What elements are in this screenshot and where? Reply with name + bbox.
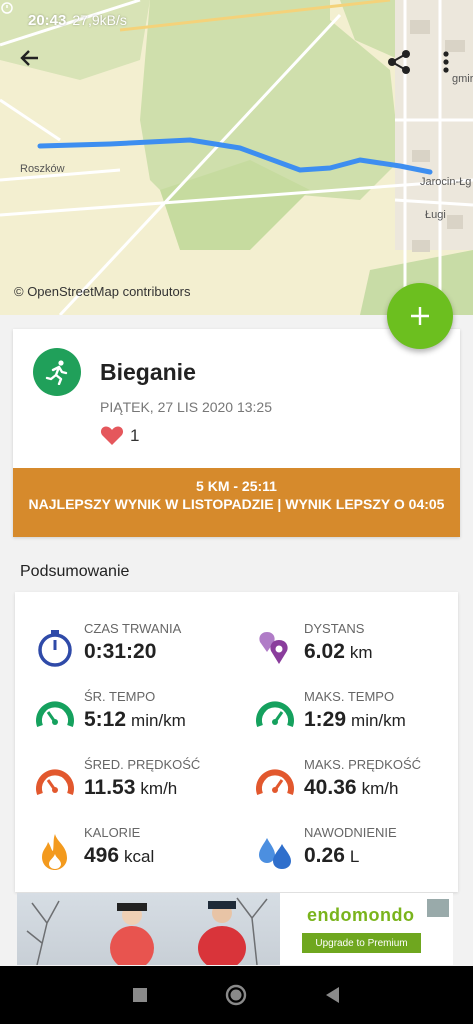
likes[interactable]: 1 [100, 425, 139, 446]
speed-gauge-icon [36, 769, 74, 796]
map-pins-icon [259, 632, 288, 664]
recents-icon[interactable] [128, 983, 152, 1007]
record-summary: 5 KM - 25:11 [196, 478, 277, 494]
stat-duration: CZAS TRWANIA 0:31:20 [15, 618, 225, 678]
flame-icon [42, 834, 67, 870]
status-bar: 20:43 27,9kB/s [0, 0, 473, 40]
map-place-label: Roszków [20, 163, 65, 175]
summary-stats: CZAS TRWANIA 0:31:20 DYSTANS 6.02 km ŚR. … [15, 592, 458, 892]
stat-label: ŚR. TEMPO [84, 689, 156, 704]
alarm-icon [1, 2, 13, 14]
stat-value: 496 kcal [84, 844, 155, 867]
stat-value: 5:12 min/km [84, 708, 186, 731]
likes-count: 1 [130, 425, 140, 445]
pace-gauge-icon [36, 701, 74, 728]
map-place-label: Jarocin-Łg [420, 176, 472, 188]
map-attribution[interactable]: © OpenStreetMap contributors [14, 284, 191, 299]
stat-hydration: NAWODNIENIE 0.26 L [235, 822, 445, 882]
workout-date: PIĄTEK, 27 LIS 2020 13:25 [100, 399, 273, 415]
workout-screen: Roszków Jarocin-Łg Ługi gmir © OpenStree… [0, 0, 473, 1024]
share-button[interactable] [386, 48, 414, 76]
stat-label: ŚRED. PRĘDKOŚĆ [84, 757, 201, 772]
stat-avg-pace: ŚR. TEMPO 5:12 min/km [15, 686, 225, 746]
stat-max-pace: MAKS. TEMPO 1:29 min/km [235, 686, 445, 746]
stat-label: DYSTANS [304, 621, 365, 636]
stat-value: 0.26 L [304, 844, 360, 867]
stat-label: CZAS TRWANIA [84, 621, 182, 636]
more-vert-icon [443, 51, 449, 73]
heart-icon [100, 426, 124, 445]
plus-icon [411, 307, 429, 325]
stat-value: 0:31:20 [84, 640, 157, 663]
map-place-label: Ługi [425, 209, 446, 221]
arrow-left-icon [20, 50, 38, 66]
stat-value: 11.53 km/h [84, 776, 178, 799]
ad-brand: endomondo [307, 905, 415, 925]
stopwatch-icon [38, 630, 72, 667]
stat-label: MAKS. PRĘDKOŚĆ [304, 757, 422, 772]
ad-photo [17, 893, 280, 965]
status-speed: 27,9kB/s [72, 12, 127, 28]
personal-record-banner[interactable]: 5 KM - 25:11 NAJLEPSZY WYNIK W LISTOPADZ… [13, 468, 460, 537]
running-icon [33, 348, 81, 396]
pace-gauge-icon [256, 701, 294, 728]
status-time: 20:43 [28, 11, 67, 29]
more-options-button[interactable] [436, 48, 456, 76]
stat-avg-speed: ŚRED. PRĘDKOŚĆ 11.53 km/h [15, 754, 225, 814]
record-details: NAJLEPSZY WYNIK W LISTOPADZIE | WYNIK LE… [28, 496, 445, 512]
speed-gauge-icon [256, 769, 294, 796]
stat-value: 6.02 km [304, 640, 373, 663]
water-drops-icon [259, 838, 291, 869]
workout-card: Bieganie PIĄTEK, 27 LIS 2020 13:25 1 5 K… [13, 329, 460, 537]
back-button[interactable] [18, 46, 50, 78]
ad-banner[interactable]: endomondo Upgrade to Premium [17, 893, 453, 965]
add-button[interactable] [387, 283, 453, 349]
ad-runners-image [26, 897, 268, 965]
stat-label: KALORIE [84, 825, 141, 840]
stat-calories: KALORIE 496 kcal [15, 822, 225, 882]
sport-title: Bieganie [100, 359, 196, 385]
stat-label: MAKS. TEMPO [304, 689, 395, 704]
system-nav-bar [0, 966, 473, 1024]
share-icon [388, 50, 410, 74]
stat-distance: DYSTANS 6.02 km [235, 618, 445, 678]
summary-title: Podsumowanie [20, 563, 130, 580]
ad-info-icon[interactable] [427, 899, 449, 917]
back-nav-icon[interactable] [321, 983, 345, 1007]
stat-max-speed: MAKS. PRĘDKOŚĆ 40.36 km/h [235, 754, 445, 814]
home-icon[interactable] [224, 983, 248, 1007]
upgrade-premium-button[interactable]: Upgrade to Premium [302, 933, 421, 953]
stat-value: 1:29 min/km [304, 708, 406, 731]
stat-value: 40.36 km/h [304, 776, 399, 799]
stat-label: NAWODNIENIE [304, 825, 397, 840]
route-map[interactable]: Roszków Jarocin-Łg Ługi gmir © OpenStree… [0, 0, 473, 315]
